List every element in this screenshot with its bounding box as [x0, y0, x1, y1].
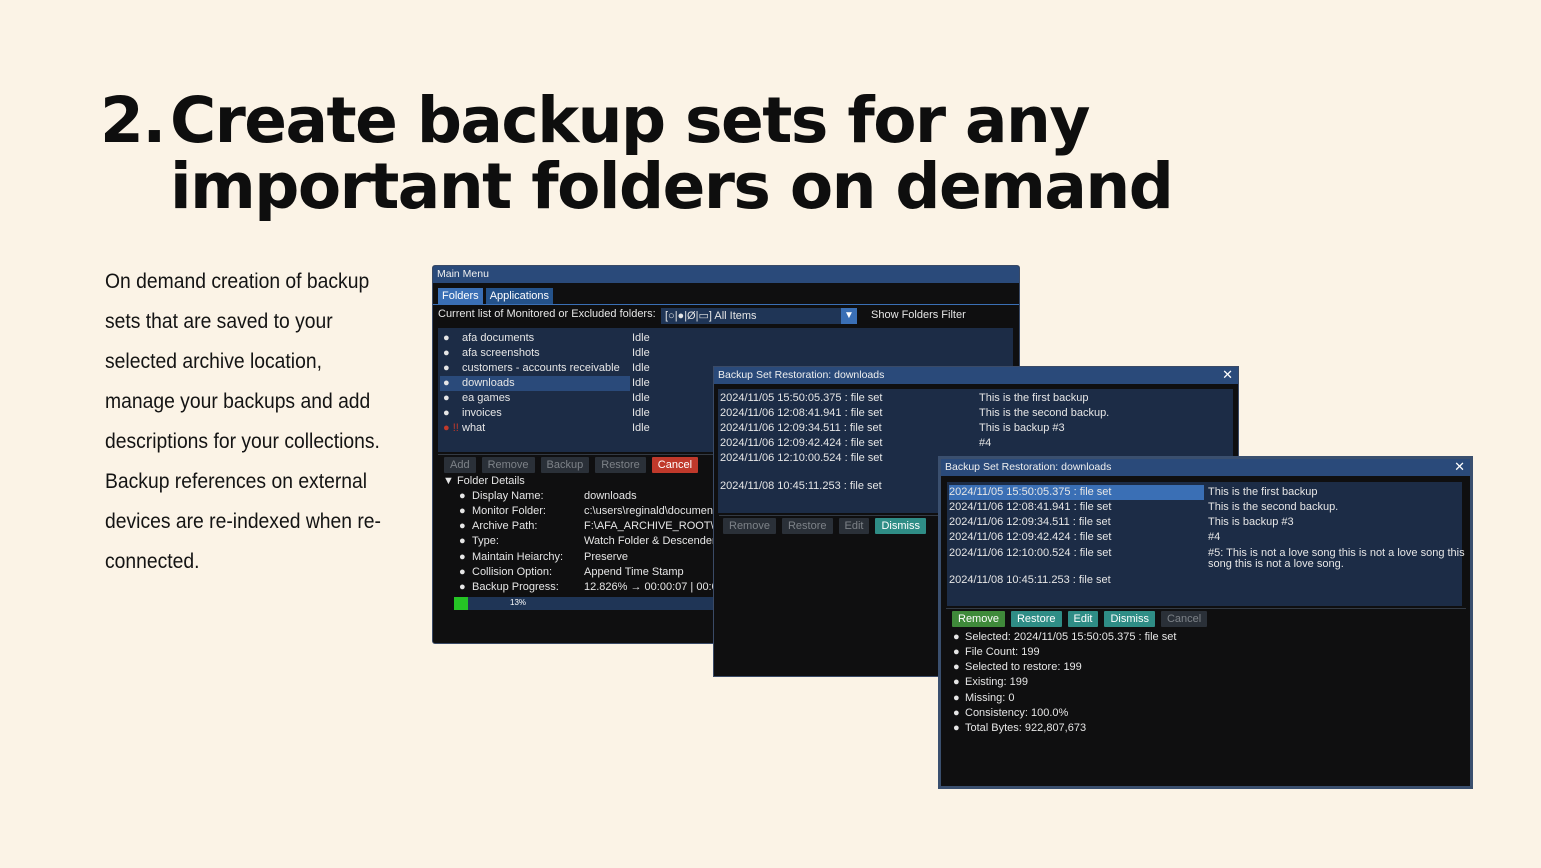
restoration-titlebar: Backup Set Restoration: downloads ✕	[714, 367, 1238, 384]
slide-number: 2.	[100, 84, 166, 157]
backup-button[interactable]: Backup	[540, 457, 590, 473]
list-item-selected[interactable]: ● downloads Idle	[440, 376, 650, 391]
edit-button[interactable]: Edit	[1067, 611, 1099, 627]
folder-status: Idle	[632, 347, 650, 359]
detail-row: ● Backup Progress: 12.826% → 00:00:07 | 00…	[459, 581, 740, 593]
folder-name: what	[462, 422, 486, 434]
tab-underline	[433, 304, 1019, 305]
show-filter-label[interactable]: Show Folders Filter	[871, 309, 966, 321]
folder-status: Idle	[632, 407, 650, 419]
progress-fill	[454, 597, 469, 610]
folder-status: Idle	[632, 332, 650, 344]
folder-name: afa documents	[462, 332, 535, 344]
restoration-button-row: Remove Restore Edit Dismiss Cancel	[952, 611, 1208, 627]
folder-status: Idle	[632, 377, 650, 389]
folder-name: ea games	[462, 392, 511, 404]
close-icon[interactable]: ✕	[1222, 367, 1233, 383]
detail-row: ● Collision Option: Append Time Stamp	[459, 566, 684, 578]
slide-title: 2. Create backup sets for any important …	[100, 88, 1400, 220]
restoration-button-row: Remove Restore Edit Dismiss	[723, 518, 926, 534]
detail-row: ● Archive Path: F:\AFA_ARCHIVE_ROOT\	[459, 520, 714, 532]
status-bullet: ●	[443, 332, 450, 344]
main-menu-titlebar: Main Menu	[433, 266, 1019, 283]
filter-combo[interactable]: [○|●|Ø|▭] All Items ▼	[661, 308, 857, 324]
list-item[interactable]: ● ea games Idle	[440, 391, 650, 406]
backup-progress-bar: 13%	[454, 597, 744, 610]
remove-button[interactable]: Remove	[952, 611, 1005, 627]
remove-button[interactable]: Remove	[723, 518, 776, 534]
folder-status: Idle	[632, 392, 650, 404]
edit-button[interactable]: Edit	[838, 518, 870, 534]
cancel-button[interactable]: Cancel	[1160, 611, 1208, 627]
divider	[946, 608, 1466, 609]
detail-row: ● Maintain Heiarchy: Preserve	[459, 551, 629, 563]
list-item[interactable]: ● customers - accounts receivable Idle	[440, 361, 650, 376]
status-bullet: ●	[443, 377, 450, 389]
dismiss-button[interactable]: Dismiss	[1104, 611, 1155, 627]
list-item[interactable]: ● invoices Idle	[440, 406, 650, 421]
status-bullet: ●	[443, 407, 450, 419]
restore-button[interactable]: Restore	[781, 518, 833, 534]
detail-row: ● Monitor Folder: c:\users\reginald\docume…	[459, 505, 722, 517]
filter-label: Current list of Monitored or Excluded fo…	[438, 308, 656, 320]
slide-description: On demand creation of backup sets that a…	[105, 270, 381, 573]
restore-button[interactable]: Restore	[595, 457, 646, 473]
detail-row: ● Type: Watch Folder & Descendents	[459, 535, 727, 547]
restoration-title: Backup Set Restoration: downloads	[718, 369, 885, 381]
warning-bullet: ● !!	[443, 422, 459, 434]
slide-heading: Create backup sets for any important fol…	[170, 84, 1174, 223]
dismiss-button[interactable]: Dismiss	[875, 518, 926, 534]
detail-row: ● Display Name: downloads	[459, 490, 637, 502]
tab-applications[interactable]: Applications	[485, 288, 554, 304]
tab-bar: Folders Applications	[438, 288, 554, 304]
folder-button-row: Add Remove Backup Restore Cancel	[444, 457, 699, 473]
folder-name: customers - accounts receivable	[462, 362, 620, 374]
folder-details-header[interactable]: ▼ Folder Details	[443, 475, 525, 487]
remove-button[interactable]: Remove	[481, 457, 535, 473]
restoration-title: Backup Set Restoration: downloads	[945, 461, 1112, 473]
folder-name: invoices	[462, 407, 502, 419]
restoration-titlebar: Backup Set Restoration: downloads ✕	[941, 459, 1470, 476]
folder-status: Idle	[632, 362, 650, 374]
list-item[interactable]: ● afa documents Idle	[440, 331, 650, 346]
add-button[interactable]: Add	[444, 457, 476, 473]
chevron-down-icon[interactable]: ▼	[841, 308, 857, 324]
list-item[interactable]: ● afa screenshots Idle	[440, 346, 650, 361]
filter-value: [○|●|Ø|▭] All Items	[665, 310, 757, 322]
list-item[interactable]: ● !! what Idle	[440, 421, 650, 436]
progress-label: 13%	[510, 598, 527, 607]
close-icon[interactable]: ✕	[1454, 459, 1465, 475]
status-bullet: ●	[443, 392, 450, 404]
restore-button[interactable]: Restore	[1010, 611, 1062, 627]
restoration-window-front: Backup Set Restoration: downloads ✕ 2024…	[938, 456, 1473, 789]
folder-status: Idle	[632, 422, 650, 434]
cancel-button[interactable]: Cancel	[651, 457, 699, 473]
filter-row: Current list of Monitored or Excluded fo…	[438, 308, 1018, 326]
status-bullet: ●	[443, 347, 450, 359]
backup-set-list: 2024/11/05 15:50:05.375 : file set This i…	[947, 482, 1465, 606]
folder-name: downloads	[462, 377, 515, 389]
folder-name: afa screenshots	[462, 347, 540, 359]
tab-folders[interactable]: Folders	[438, 288, 483, 304]
status-bullet: ●	[443, 362, 450, 374]
